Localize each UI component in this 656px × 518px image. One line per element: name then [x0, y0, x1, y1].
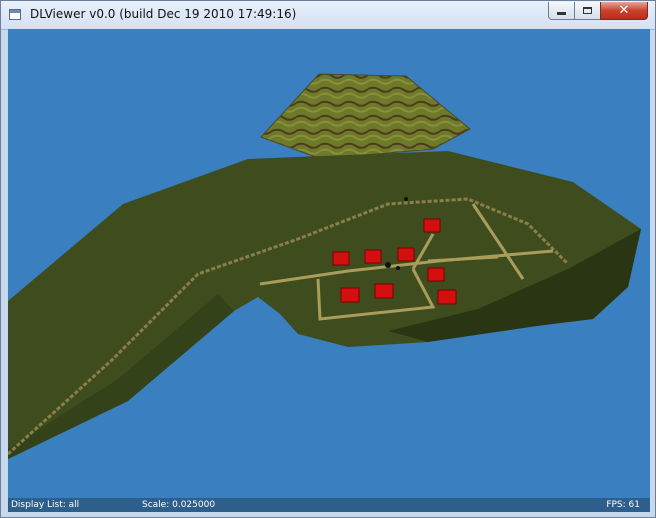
maximize-icon [583, 7, 592, 14]
3d-viewport[interactable] [8, 29, 650, 498]
app-icon[interactable] [9, 9, 21, 20]
close-button[interactable]: ✕ [600, 2, 648, 20]
minimize-icon [557, 12, 566, 15]
app-window: DLViewer v0.0 (build Dec 19 2010 17:49:1… [0, 0, 656, 518]
minimize-button[interactable] [548, 2, 575, 20]
title-bar[interactable]: DLViewer v0.0 (build Dec 19 2010 17:49:1… [1, 1, 655, 30]
maximize-button[interactable] [574, 2, 601, 20]
window-title: DLViewer v0.0 (build Dec 19 2010 17:49:1… [30, 7, 297, 21]
fps-counter: FPS: 61 [606, 500, 640, 510]
floating-hill [260, 73, 471, 160]
display-list-status: Display List: all [11, 500, 80, 510]
status-bar: Display List: all Scale: 0.025000 FPS: 6… [8, 498, 650, 512]
scale-status: Scale: 0.025000 [142, 500, 216, 510]
terrain-scene [8, 73, 641, 459]
close-icon: ✕ [618, 3, 630, 18]
